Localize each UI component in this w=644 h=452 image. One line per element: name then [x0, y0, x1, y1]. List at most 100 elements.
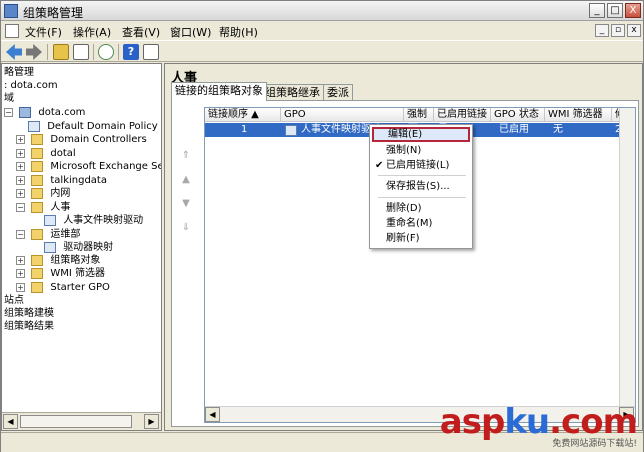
menu-separator [378, 175, 466, 176]
gpmc-app-icon [4, 4, 18, 18]
move-bottom-icon[interactable]: ⇓ [180, 223, 192, 233]
tab-gpo-inheritance[interactable]: 组策略继承 [261, 84, 324, 101]
tree-item-selected-ou[interactable]: − 人事 [16, 201, 70, 214]
move-down-icon[interactable]: ▼ [180, 199, 192, 209]
tab-delegation[interactable]: 委派 [323, 84, 353, 101]
tree-item[interactable]: : dota.com [4, 79, 58, 92]
column-header-gpo-status[interactable]: GPO 状态 [491, 108, 545, 122]
site-watermark: aspku.com 免费网站源码下载站! [439, 402, 638, 449]
checkmark-icon: ✔ [375, 160, 384, 171]
tree-item[interactable]: + 组策略对象 [16, 254, 100, 267]
tree-item-domain[interactable]: − dota.com [4, 106, 85, 119]
tree-item[interactable]: + Microsoft Exchange Secu [16, 160, 161, 173]
menu-item-rename[interactable]: 重命名(M) [372, 216, 470, 231]
show-hide-tree-icon[interactable] [73, 44, 89, 60]
toolbar-separator [93, 44, 94, 60]
menu-help[interactable]: 帮助(H) [219, 24, 258, 40]
gpo-link-icon [28, 121, 40, 132]
tree-item[interactable]: + Domain Controllers [16, 133, 147, 146]
expand-expander[interactable]: + [16, 162, 25, 171]
collapse-expander[interactable]: − [4, 108, 13, 117]
list-vertical-scrollbar[interactable] [619, 108, 635, 408]
tab-linked-gpos[interactable]: 链接的组策略对象 [171, 82, 267, 101]
tree-item[interactable]: Default Domain Policy [28, 120, 158, 133]
column-header-gpo[interactable]: GPO [281, 108, 404, 122]
tree-item[interactable]: − 运维部 [16, 228, 80, 241]
collapse-expander[interactable]: − [16, 203, 25, 212]
console-tree: 略管理 : dota.com 域 − dota.com Default Doma… [1, 63, 162, 431]
tree-item[interactable]: 组策略结果 [4, 320, 54, 333]
window-title: 组策略管理 [23, 6, 84, 20]
action-pane-icon[interactable] [143, 44, 159, 60]
menu-item-delete[interactable]: 删除(D) [372, 201, 470, 216]
tree-item[interactable]: 站点 [4, 294, 24, 307]
column-header-link-order[interactable]: 链接顺序 ▲ [205, 108, 281, 122]
mdi-close-button[interactable]: x [627, 24, 641, 37]
expand-expander[interactable]: + [16, 269, 25, 278]
collapse-expander[interactable]: − [16, 230, 25, 239]
move-top-icon[interactable]: ⇑ [180, 151, 192, 161]
menu-item-refresh[interactable]: 刷新(F) [372, 231, 470, 246]
column-header-enforced[interactable]: 强制 [404, 108, 434, 122]
document-icon[interactable] [5, 24, 19, 38]
tree-horizontal-scrollbar[interactable]: ◀ ▶ [2, 412, 161, 430]
menu-file[interactable]: 文件(F) [25, 24, 62, 40]
expand-expander[interactable]: + [16, 149, 25, 158]
cell-link-order: 1 [241, 124, 248, 135]
folder-icon [31, 282, 44, 293]
ou-folder-icon [31, 161, 44, 172]
gpo-link-icon [285, 125, 297, 136]
maximize-button[interactable]: □ [607, 3, 623, 18]
ou-folder-icon [31, 134, 44, 145]
column-header-link-enabled[interactable]: 已启用链接 [434, 108, 491, 122]
tree-item[interactable]: + WMI 筛选器 [16, 267, 105, 280]
scroll-right-icon[interactable]: ▶ [144, 414, 159, 429]
refresh-icon[interactable] [98, 44, 114, 60]
up-folder-icon[interactable] [53, 44, 69, 60]
expand-expander[interactable]: + [16, 189, 25, 198]
move-up-icon[interactable]: ▲ [180, 175, 192, 185]
tree-item[interactable]: + dotal [16, 147, 76, 160]
title-bar[interactable]: 组策略管理 _ □ X [1, 1, 643, 21]
tree-item[interactable]: + 内网 [16, 187, 70, 200]
menu-view[interactable]: 查看(V) [122, 24, 160, 40]
column-header-wmi-filter[interactable]: WMI 筛选器 [545, 108, 612, 122]
cell-gpo-status: 已启用 [499, 124, 529, 135]
minimize-button[interactable]: _ [589, 3, 605, 18]
scroll-left-icon[interactable]: ◀ [3, 414, 18, 429]
ou-folder-icon [31, 175, 44, 186]
ou-folder-icon [31, 148, 44, 159]
folder-icon [31, 255, 44, 266]
scroll-left-icon[interactable]: ◀ [205, 407, 220, 422]
menu-item-save-report[interactable]: 保存报告(S)... [372, 179, 470, 194]
tree-item[interactable]: 组策略建模 [4, 307, 54, 320]
ou-folder-icon [31, 188, 44, 199]
expand-expander[interactable]: + [16, 256, 25, 265]
expand-expander[interactable]: + [16, 176, 25, 185]
expand-expander[interactable]: + [16, 283, 25, 292]
menu-item-edit[interactable]: 编辑(E) [372, 127, 470, 142]
expand-expander[interactable]: + [16, 135, 25, 144]
tree-item[interactable]: 略管理 [4, 66, 34, 79]
tree-item[interactable]: 驱动器映射 [44, 241, 113, 254]
menu-action[interactable]: 操作(A) [73, 24, 111, 40]
tree-item[interactable]: + Starter GPO [16, 281, 110, 294]
mdi-restore-button[interactable]: ▫ [611, 24, 625, 37]
mdi-minimize-button[interactable]: _ [595, 24, 609, 37]
tree-item[interactable]: 人事文件映射驱动 [44, 214, 143, 227]
help-icon[interactable]: ? [123, 44, 139, 60]
toolbar-separator [118, 44, 119, 60]
close-button[interactable]: X [625, 3, 641, 18]
back-arrow-icon[interactable] [6, 44, 22, 60]
menu-item-link-enabled[interactable]: ✔ 已启用链接(L) [372, 158, 470, 173]
menu-item-enforce[interactable]: 强制(N) [372, 143, 470, 158]
toolbar: ? [1, 40, 643, 62]
ou-folder-icon [31, 229, 44, 240]
toolbar-separator [47, 44, 48, 60]
menu-window[interactable]: 窗口(W) [170, 24, 211, 40]
forward-arrow-icon[interactable] [26, 44, 42, 60]
scroll-thumb[interactable] [20, 415, 132, 428]
context-menu: 编辑(E) 强制(N) ✔ 已启用链接(L) 保存报告(S)... 删除(D) … [369, 124, 473, 249]
tree-item[interactable]: + talkingdata [16, 174, 107, 187]
tree-item[interactable]: 域 [4, 92, 14, 105]
